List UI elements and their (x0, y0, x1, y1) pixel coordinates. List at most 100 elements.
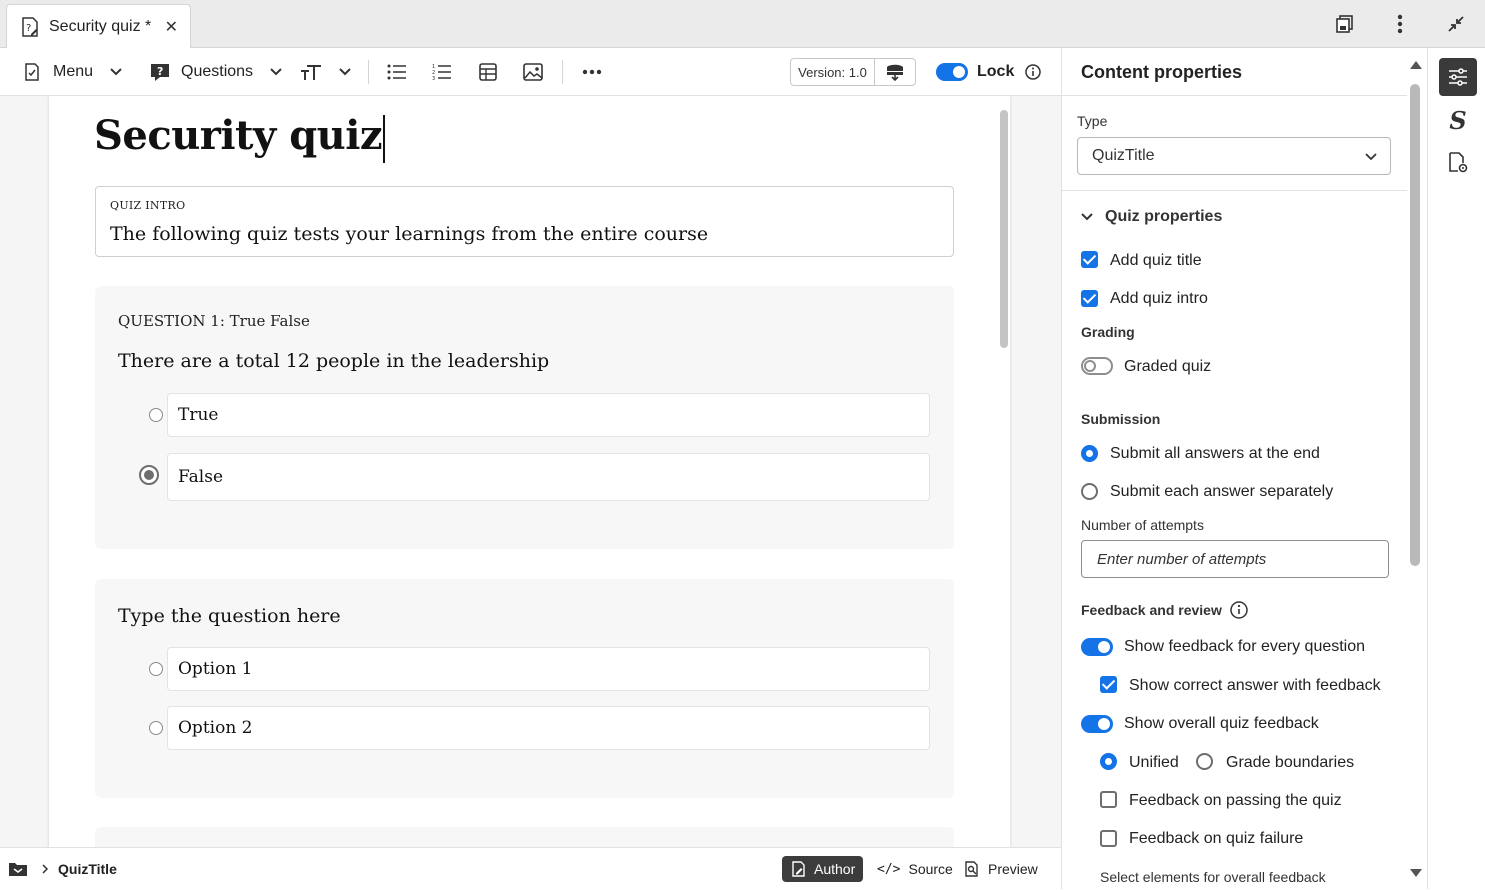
add-quiz-title-checkbox[interactable] (1081, 251, 1098, 268)
add-quiz-intro-checkbox[interactable] (1081, 290, 1098, 307)
attempts-label: Number of attempts (1081, 517, 1204, 533)
feedback-every-toggle[interactable] (1081, 638, 1113, 656)
source-mode-button[interactable]: </> Source (869, 856, 961, 882)
graded-quiz-label: Graded quiz (1124, 358, 1212, 375)
toolbar-divider (368, 60, 369, 84)
option-radio[interactable] (149, 662, 163, 676)
answer-option[interactable]: True (145, 393, 930, 437)
quiz-properties-header[interactable]: Quiz properties (1081, 208, 1222, 226)
svg-text:3: 3 (432, 76, 435, 81)
quiz-title[interactable]: Security quiz (94, 112, 386, 163)
svg-text:?: ? (157, 65, 163, 78)
table-icon[interactable] (479, 48, 497, 96)
preview-label: Preview (988, 861, 1038, 877)
breadcrumb: QuizTitle (8, 848, 117, 890)
option-radio[interactable] (149, 721, 163, 735)
type-select[interactable]: QuizTitle (1077, 137, 1391, 175)
info-icon[interactable] (1025, 48, 1041, 96)
author-label: Author (814, 861, 856, 877)
quiz-intro-text[interactable]: The following quiz tests your learnings … (110, 223, 708, 245)
preview-mode-button[interactable]: Preview (956, 856, 1046, 882)
style-s-icon: S (1449, 105, 1467, 135)
option-radio-selected[interactable] (139, 465, 159, 485)
show-correct-answer-checkbox[interactable] (1100, 676, 1117, 693)
attempts-input[interactable]: Enter number of attempts (1081, 540, 1389, 578)
question-card[interactable] (95, 827, 954, 847)
tab-title: Security quiz * (49, 17, 152, 35)
editor-toolbar: Menu ? Questions 123 Version: 1.0 Lock (0, 48, 1061, 96)
styles-rail-button[interactable]: S (1439, 101, 1477, 139)
numbered-list-icon[interactable]: 123 (432, 48, 452, 96)
option-text[interactable]: False (167, 453, 930, 501)
content-properties-rail-button[interactable] (1439, 58, 1477, 96)
lock-label: Lock (977, 63, 1015, 80)
answer-option[interactable]: False (139, 453, 930, 501)
menu-button[interactable]: Menu (22, 48, 123, 96)
save-copy-icon[interactable] (1331, 10, 1359, 38)
grade-boundaries-radio[interactable] (1196, 753, 1213, 770)
add-quiz-intro-label: Add quiz intro (1110, 290, 1208, 307)
answer-option[interactable]: Option 1 (145, 647, 930, 691)
bulleted-list-icon[interactable] (387, 48, 407, 96)
quiz-intro-box[interactable]: QUIZ INTRO The following quiz tests your… (95, 186, 954, 257)
option-radio[interactable] (149, 408, 163, 422)
lock-switch[interactable] (936, 63, 968, 81)
right-rail: S (1427, 48, 1485, 889)
menu-doc-icon (22, 62, 42, 82)
source-label: Source (908, 861, 953, 877)
overall-feedback-toggle[interactable] (1081, 715, 1113, 733)
author-icon (792, 861, 805, 877)
unified-label: Unified (1129, 754, 1179, 771)
questions-button[interactable]: ? Questions (150, 48, 283, 96)
version-control: Version: 1.0 (790, 58, 916, 86)
feedback-every-label: Show feedback for every question (1124, 638, 1366, 655)
info-icon[interactable] (1230, 601, 1248, 619)
scroll-down-icon[interactable] (1409, 868, 1423, 878)
type-label: Type (1077, 113, 1108, 129)
option-text[interactable]: True (167, 393, 930, 437)
version-label: Version: 1.0 (791, 59, 875, 85)
panel-title: Content properties (1081, 62, 1243, 82)
file-settings-icon (1447, 152, 1469, 174)
folder-icon[interactable] (8, 861, 28, 877)
file-properties-rail-button[interactable] (1439, 144, 1477, 182)
minimize-view-icon[interactable] (1442, 10, 1470, 38)
content-properties-panel: Content properties Type QuizTitle Quiz p… (1061, 48, 1427, 889)
image-icon[interactable] (523, 48, 543, 96)
answer-option[interactable]: Option 2 (145, 706, 930, 750)
question-card[interactable]: Type the question here Option 1 Option 2 (95, 579, 954, 798)
graded-quiz-toggle[interactable] (1081, 357, 1113, 375)
select-elements-label: Select elements for overall feedback (1100, 869, 1326, 885)
panel-scroll-thumb[interactable] (1410, 84, 1420, 566)
submit-each-label: Submit each answer separately (1110, 483, 1334, 500)
canvas-scrollbar[interactable] (1000, 110, 1008, 348)
close-tab-icon[interactable]: ✕ (165, 17, 178, 37)
feedback-fail-checkbox[interactable] (1100, 830, 1117, 847)
chevron-down-icon (338, 65, 352, 79)
chevron-down-icon (269, 65, 283, 79)
option-text[interactable]: Option 1 (167, 647, 930, 691)
question-header: QUESTION 1: True False (118, 312, 310, 330)
question-card[interactable]: QUESTION 1: True False There are a total… (95, 286, 954, 549)
submit-each-radio[interactable] (1081, 483, 1098, 500)
version-history-icon[interactable] (875, 59, 915, 85)
author-mode-button[interactable]: Author (782, 856, 864, 882)
quiz-intro-label: QUIZ INTRO (110, 199, 186, 212)
submit-end-radio[interactable] (1081, 445, 1098, 462)
document-tab[interactable]: ? Security quiz * ✕ (6, 4, 191, 48)
option-text[interactable]: Option 2 (167, 706, 930, 750)
question-text[interactable]: There are a total 12 people in the leade… (118, 350, 549, 372)
more-options-icon[interactable] (1386, 10, 1414, 38)
preview-icon (965, 861, 978, 877)
lock-toggle[interactable]: Lock (936, 48, 1014, 96)
feedback-pass-checkbox[interactable] (1100, 791, 1117, 808)
breadcrumb-current[interactable]: QuizTitle (58, 861, 117, 877)
chevron-down-icon (109, 65, 123, 79)
more-tools-icon[interactable] (582, 48, 602, 96)
scroll-up-icon[interactable] (1409, 60, 1423, 70)
grade-boundaries-label: Grade boundaries (1226, 754, 1355, 771)
chevron-down-icon (1081, 211, 1093, 223)
text-style-button[interactable] (300, 48, 352, 96)
unified-radio[interactable] (1100, 753, 1117, 770)
question-text[interactable]: Type the question here (118, 605, 341, 627)
